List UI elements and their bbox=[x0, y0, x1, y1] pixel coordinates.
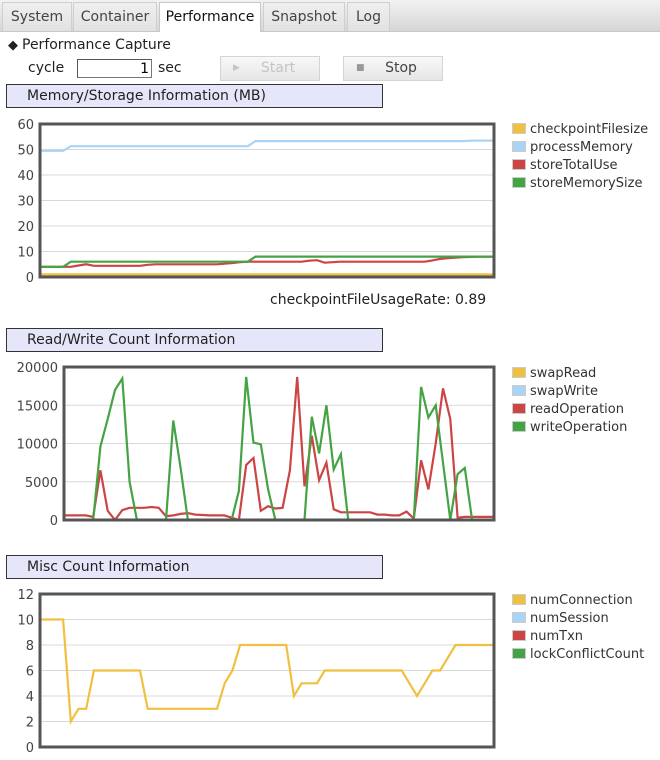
readwrite-legend: swapRead swapWrite readOperation writeOpera… bbox=[512, 365, 627, 437]
legend-item: storeTotalUse bbox=[512, 157, 648, 175]
memory-chart: 0 10 20 30 40 50 60 bbox=[17, 118, 496, 286]
series-line-writeOperation bbox=[64, 375, 494, 522]
y-tick-label: 20000 bbox=[17, 361, 58, 376]
memory-section-header: Memory/Storage Information (MB) bbox=[6, 84, 383, 108]
tab-container[interactable]: Container bbox=[73, 2, 157, 31]
series-line-readOperation bbox=[64, 376, 494, 522]
legend-swatch bbox=[512, 385, 526, 396]
legend-item: checkpointFilesize bbox=[512, 121, 648, 139]
legend-item: swapWrite bbox=[512, 383, 627, 401]
performance-capture-title: ◆ Performance Capture bbox=[8, 37, 171, 53]
legend-label: numSession bbox=[530, 611, 609, 626]
legend-swatch bbox=[512, 177, 526, 188]
y-tick-label: 10000 bbox=[17, 438, 58, 453]
tab-bar: System Container Performance Snapshot Lo… bbox=[0, 0, 660, 32]
tab-snapshot[interactable]: Snapshot bbox=[263, 2, 345, 31]
legend-label: lockConflictCount bbox=[530, 647, 645, 662]
sec-unit-label: sec bbox=[158, 60, 182, 76]
legend-label: writeOperation bbox=[530, 420, 628, 435]
legend-label: checkpointFilesize bbox=[530, 122, 649, 137]
legend-label: swapWrite bbox=[530, 384, 598, 399]
y-tick-label: 10 bbox=[17, 246, 34, 261]
start-button-label: Start bbox=[260, 60, 296, 76]
memory-legend: checkpointFilesize processMemory storeTota… bbox=[512, 121, 648, 193]
readwrite-section-header: Read/Write Count Information bbox=[6, 328, 383, 352]
y-tick-label: 5000 bbox=[25, 476, 58, 491]
stop-button[interactable]: ■ Stop bbox=[343, 56, 443, 81]
legend-item: storeMemorySize bbox=[512, 175, 648, 193]
checkpoint-usage-rate: checkpointFileUsageRate: 0.89 bbox=[270, 292, 487, 308]
legend-item: processMemory bbox=[512, 139, 648, 157]
legend-swatch bbox=[512, 159, 526, 170]
tab-performance[interactable]: Performance bbox=[159, 2, 261, 32]
legend-item: numTxn bbox=[512, 628, 644, 646]
legend-item: writeOperation bbox=[512, 419, 627, 437]
legend-label: numTxn bbox=[530, 629, 584, 644]
legend-swatch bbox=[512, 367, 526, 378]
legend-label: storeTotalUse bbox=[530, 158, 618, 173]
legend-item: numSession bbox=[512, 610, 644, 628]
start-button[interactable]: ▶ Start bbox=[220, 56, 320, 81]
y-tick-label: 40 bbox=[17, 169, 34, 184]
misc-chart: 0 2 4 6 8 10 12 bbox=[17, 588, 496, 756]
y-tick-label: 4 bbox=[26, 690, 34, 705]
misc-legend: numConnection numSession numTxn lockConflic… bbox=[512, 592, 644, 664]
legend-item: readOperation bbox=[512, 401, 627, 419]
misc-section-header: Misc Count Information bbox=[6, 555, 383, 579]
legend-item: lockConflictCount bbox=[512, 646, 644, 664]
y-tick-label: 0 bbox=[26, 271, 34, 286]
readwrite-chart: 0 5000 10000 15000 20000 bbox=[17, 361, 496, 529]
capture-title-text: Performance Capture bbox=[22, 37, 171, 53]
legend-swatch bbox=[512, 594, 526, 605]
legend-swatch bbox=[512, 612, 526, 623]
cycle-input[interactable] bbox=[77, 59, 152, 78]
y-tick-label: 6 bbox=[26, 665, 34, 680]
legend-swatch bbox=[512, 403, 526, 414]
y-tick-label: 0 bbox=[50, 514, 58, 529]
legend-swatch bbox=[512, 630, 526, 641]
y-tick-label: 12 bbox=[17, 588, 34, 603]
legend-label: storeMemorySize bbox=[530, 176, 643, 191]
y-tick-label: 2 bbox=[26, 716, 34, 731]
y-tick-label: 60 bbox=[17, 118, 34, 133]
legend-label: numConnection bbox=[530, 593, 633, 608]
y-tick-label: 10 bbox=[17, 614, 34, 629]
y-tick-label: 15000 bbox=[17, 399, 58, 414]
legend-item: numConnection bbox=[512, 592, 644, 610]
legend-label: readOperation bbox=[530, 402, 624, 417]
y-tick-label: 8 bbox=[26, 639, 34, 654]
legend-label: swapRead bbox=[530, 366, 597, 381]
y-tick-label: 20 bbox=[17, 220, 34, 235]
tab-log[interactable]: Log bbox=[347, 2, 390, 31]
tab-system[interactable]: System bbox=[2, 2, 72, 31]
legend-swatch bbox=[512, 123, 526, 134]
y-tick-label: 50 bbox=[17, 144, 34, 159]
legend-item: swapRead bbox=[512, 365, 627, 383]
y-tick-label: 30 bbox=[17, 195, 34, 210]
y-tick-label: 0 bbox=[26, 741, 34, 756]
legend-label: processMemory bbox=[530, 140, 633, 155]
legend-swatch bbox=[512, 648, 526, 659]
legend-swatch bbox=[512, 141, 526, 152]
legend-swatch bbox=[512, 421, 526, 432]
diamond-icon: ◆ bbox=[8, 38, 18, 53]
stop-button-label: Stop bbox=[385, 60, 417, 76]
cycle-label: cycle bbox=[28, 60, 65, 76]
